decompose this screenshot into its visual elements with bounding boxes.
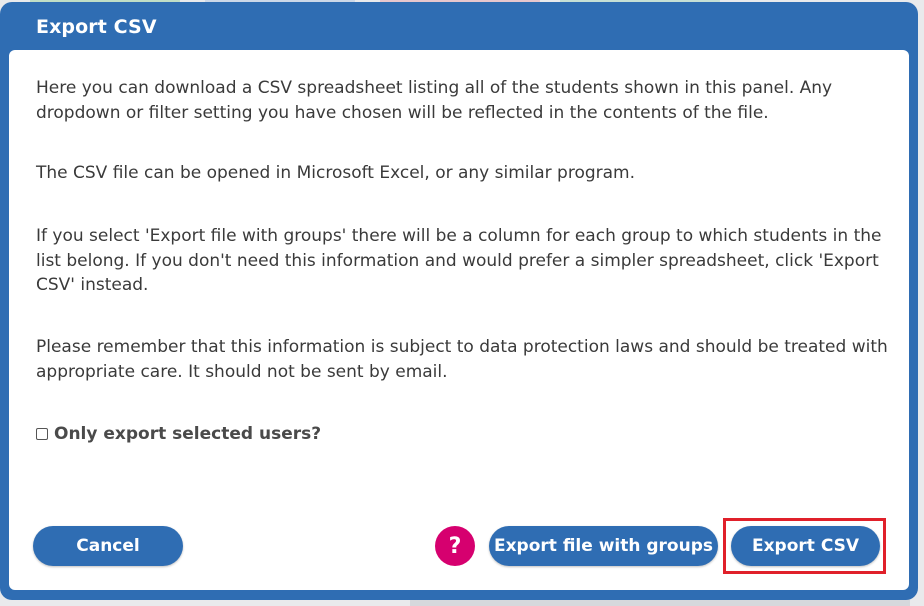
help-button[interactable]: ?: [435, 526, 475, 566]
cancel-button[interactable]: Cancel: [33, 526, 183, 566]
dialog-title: Export CSV: [36, 16, 157, 38]
only-selected-users-option[interactable]: Only export selected users?: [36, 424, 321, 444]
excel-paragraph: The CSV file can be opened in Microsoft …: [36, 163, 636, 183]
export-csv-dialog: Export CSV Here you can download a CSV s…: [0, 2, 918, 600]
groups-paragraph: If you select 'Export file with groups' …: [36, 226, 882, 295]
intro-paragraph: Here you can download a CSV spreadsheet …: [36, 78, 833, 123]
only-selected-users-label[interactable]: Only export selected users?: [54, 424, 321, 444]
data-protection-paragraph: Please remember that this information is…: [36, 337, 888, 382]
dialog-body: Here you can download a CSV spreadsheet …: [9, 50, 909, 590]
export-csv-button[interactable]: Export CSV: [731, 526, 880, 566]
only-selected-users-checkbox[interactable]: [36, 428, 48, 440]
export-file-with-groups-button[interactable]: Export file with groups: [489, 526, 718, 566]
